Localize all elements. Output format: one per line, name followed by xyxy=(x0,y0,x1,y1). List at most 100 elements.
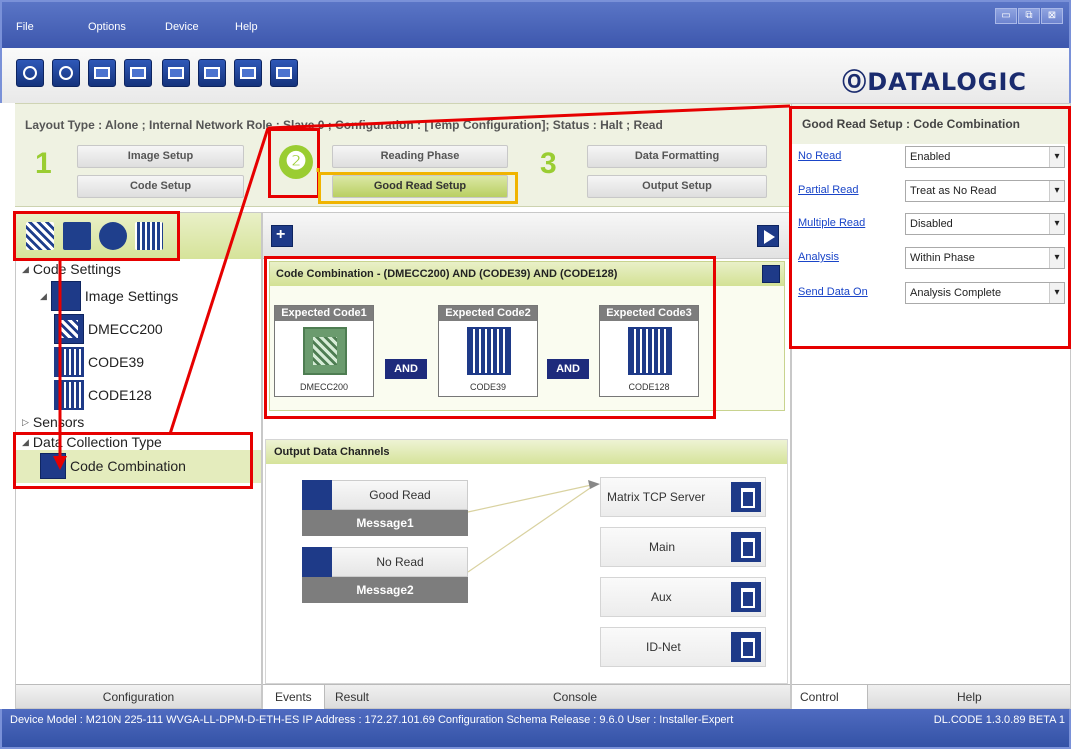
code-123-icon[interactable] xyxy=(99,222,127,250)
tree-code-code128[interactable]: CODE128 xyxy=(54,380,152,410)
image-settings-icon xyxy=(50,281,81,311)
tree-code-combination[interactable]: Code Combination xyxy=(40,453,186,479)
expected-code-2[interactable]: Expected Code2 CODE39 xyxy=(438,305,538,397)
param-select[interactable]: Enabled xyxy=(905,146,1065,168)
channel-id-net[interactable]: ID-Net xyxy=(600,627,766,667)
toolbar: ⓄDATALOGIC xyxy=(0,48,1071,103)
param-select[interactable]: Treat as No Read xyxy=(905,180,1065,202)
param-select[interactable]: Within Phase xyxy=(905,247,1065,269)
menu-file[interactable]: File xyxy=(16,21,34,33)
expand-arrow-icon[interactable]: ▷ xyxy=(22,417,29,428)
good-read-setup-button[interactable]: Good Read Setup xyxy=(332,175,508,198)
good-read-setup-title: Good Read Setup : Code Combination xyxy=(792,104,1070,144)
save-device-icon[interactable] xyxy=(124,59,152,87)
barcode-icon xyxy=(628,327,672,375)
tree-code-settings[interactable]: ◢ Code Settings xyxy=(22,261,121,277)
param-no-read: No Read Enabled xyxy=(798,146,1068,170)
channel-aux[interactable]: Aux xyxy=(600,577,766,617)
crosshair-icon[interactable] xyxy=(16,59,44,87)
reading-phase-button[interactable]: Reading Phase xyxy=(332,145,508,168)
tab-console[interactable]: Console xyxy=(553,685,597,709)
param-select[interactable]: Analysis Complete xyxy=(905,282,1065,304)
collapse-arrow-icon[interactable]: ◢ xyxy=(40,291,47,302)
output-data-channels-title: Output Data Channels xyxy=(266,440,787,464)
device-search-icon[interactable] xyxy=(88,59,116,87)
code-combination-icon[interactable] xyxy=(63,222,91,250)
center-panel: Code Combination - (DMECC200) AND (CODE3… xyxy=(262,212,791,709)
minimize-icon[interactable]: ▭ xyxy=(995,8,1017,24)
param-label-link[interactable]: No Read xyxy=(798,150,841,162)
plug-icon xyxy=(731,532,761,562)
close-icon[interactable]: ⊠ xyxy=(1041,8,1063,24)
expected-code-header: Expected Code3 xyxy=(600,306,698,321)
capture-icon[interactable] xyxy=(52,59,80,87)
step-3-number: 3 xyxy=(540,147,557,180)
settings-list-icon[interactable] xyxy=(270,59,298,87)
datamatrix-icon xyxy=(54,314,84,344)
barcode-icon xyxy=(54,380,84,410)
data-formatting-button[interactable]: Data Formatting xyxy=(587,145,767,168)
code-combination-icon xyxy=(302,547,332,577)
expected-code-header: Expected Code2 xyxy=(439,306,537,321)
code-combination-icon xyxy=(40,453,66,479)
tab-help[interactable]: Help xyxy=(957,685,982,709)
add-icon[interactable] xyxy=(271,225,293,247)
step-1-number: 1 xyxy=(35,147,52,180)
tab-events[interactable]: Events xyxy=(263,685,325,709)
param-label-link[interactable]: Multiple Read xyxy=(798,217,865,229)
expected-code-label: CODE39 xyxy=(469,382,506,392)
output-setup-button[interactable]: Output Setup xyxy=(587,175,767,198)
tree-image-settings[interactable]: ◢ Image Settings xyxy=(40,281,178,311)
datalogic-logo: ⓄDATALOGIC xyxy=(842,68,1027,96)
good-read-setup-panel: Good Read Setup : Code Combination No Re… xyxy=(791,103,1071,709)
and-operator: AND xyxy=(385,359,427,379)
plug-icon xyxy=(731,482,761,512)
open-file-icon[interactable] xyxy=(162,59,190,87)
layout-info-bar: Layout Type : Alone ; Internal Network R… xyxy=(15,103,791,143)
param-select[interactable]: Disabled xyxy=(905,213,1065,235)
param-partial-read: Partial Read Treat as No Read xyxy=(798,180,1068,204)
play-icon[interactable] xyxy=(757,225,779,247)
param-send-data-on: Send Data On Analysis Complete xyxy=(798,282,1068,306)
param-label-link[interactable]: Send Data On xyxy=(798,286,868,298)
menu-options[interactable]: Options xyxy=(88,21,126,33)
tab-control[interactable]: Control xyxy=(792,685,868,709)
code-combination-title: Code Combination - (DMECC200) AND (CODE3… xyxy=(270,262,784,286)
tree-code-code39[interactable]: CODE39 xyxy=(54,347,144,377)
configuration-toolbar xyxy=(16,213,261,259)
image-setup-button[interactable]: Image Setup xyxy=(77,145,244,168)
menu-help[interactable]: Help xyxy=(235,21,258,33)
collapse-arrow-icon[interactable]: ◢ xyxy=(22,264,29,275)
save-file-icon[interactable] xyxy=(198,59,226,87)
code-combination-icon[interactable] xyxy=(762,265,780,283)
channel-matrix-tcp-server[interactable]: Matrix TCP Server xyxy=(600,477,766,517)
code-combination-panel: Code Combination - (DMECC200) AND (CODE3… xyxy=(269,261,785,411)
add-2d-code-icon[interactable] xyxy=(26,222,54,250)
tree-data-collection-type[interactable]: ◢ Data Collection Type xyxy=(22,434,162,450)
channel-main[interactable]: Main xyxy=(600,527,766,567)
expected-code-1[interactable]: Expected Code1 DMECC200 xyxy=(274,305,374,397)
event-good-read[interactable]: Good Read Message1 xyxy=(302,480,468,536)
tab-result[interactable]: Result xyxy=(335,685,369,709)
tree-sensors[interactable]: ▷ Sensors xyxy=(22,414,84,430)
configuration-panel: ◢ Code Settings ◢ Image Settings DMECC20… xyxy=(15,212,262,709)
param-multiple-read: Multiple Read Disabled xyxy=(798,213,1068,237)
param-label-link[interactable]: Partial Read xyxy=(798,184,859,196)
restore-icon[interactable]: ⧉ xyxy=(1018,8,1040,24)
barcode-icon[interactable] xyxy=(135,222,163,250)
export-icon[interactable] xyxy=(234,59,262,87)
menu-device[interactable]: Device xyxy=(165,21,199,33)
status-version: DL.CODE 1.3.0.89 BETA 1 xyxy=(933,714,1065,726)
collapse-arrow-icon[interactable]: ◢ xyxy=(22,437,29,448)
plug-icon xyxy=(731,582,761,612)
code-setup-button[interactable]: Code Setup xyxy=(77,175,244,198)
code-combination-icon xyxy=(302,480,332,510)
and-operator: AND xyxy=(547,359,589,379)
param-label-link[interactable]: Analysis xyxy=(798,251,839,263)
tab-configuration[interactable]: Configuration xyxy=(16,684,261,708)
center-toolbar xyxy=(263,213,790,259)
tree-code-dmecc200[interactable]: DMECC200 xyxy=(54,314,163,344)
event-no-read[interactable]: No Read Message2 xyxy=(302,547,468,603)
expected-code-label: CODE128 xyxy=(628,382,670,392)
expected-code-3[interactable]: Expected Code3 CODE128 xyxy=(599,305,699,397)
